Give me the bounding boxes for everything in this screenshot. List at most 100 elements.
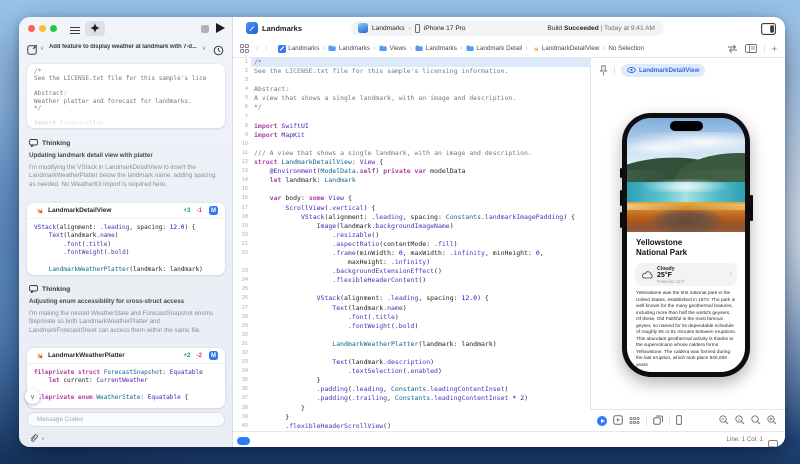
editor-line[interactable]: 37 .padding(.trailing, Constants.leading… [233, 394, 590, 403]
change-card-landmarkweatherplatter[interactable]: LandmarkWeatherPlatter +2 -2 M filepriva… [27, 348, 225, 408]
breadcrumb-item[interactable]: Landmarks [277, 44, 319, 53]
editor-line[interactable]: 23 .backgroundExtensionEffect() [233, 267, 590, 276]
zoom-100-icon[interactable] [751, 412, 761, 430]
editor-line[interactable]: 30 [233, 331, 590, 340]
forward-icon[interactable]: › [265, 45, 267, 52]
editor-line[interactable]: 13 @Environment(ModelData.self) private … [233, 167, 590, 176]
editor-line[interactable]: 40 .flexibleHeaderScrollView() [233, 422, 590, 431]
editor-line[interactable]: 4 Abstract: [233, 85, 590, 94]
suggestion-indicator[interactable] [237, 437, 250, 445]
chevron-down-icon[interactable]: ∨ [40, 45, 44, 52]
assistant-toggle-button[interactable] [85, 20, 105, 36]
code-editor[interactable]: 1/* 2 See the LICENSE.txt file for this sa… [233, 58, 590, 431]
run-button[interactable] [216, 23, 225, 33]
breadcrumb-item[interactable]: Landmarks [328, 45, 370, 52]
editor-line[interactable]: 25 [233, 285, 590, 294]
editor-line[interactable]: 10 [233, 140, 590, 149]
history-icon[interactable] [213, 43, 224, 61]
grid-mode-icon[interactable] [629, 412, 640, 430]
swap-editor-icon[interactable] [727, 40, 738, 58]
editor-line[interactable]: 28 .font(.title) [233, 313, 590, 322]
device-settings-icon[interactable] [676, 412, 682, 430]
navigator-toggle-icon[interactable] [69, 23, 81, 41]
collapse-button[interactable]: ∨ [25, 389, 40, 404]
editor-line[interactable]: 21 .aspectRatio(contentMode: .fill) [233, 240, 590, 249]
context-code-card[interactable]: /* See the LICENSE.txt file for this samp… [27, 64, 225, 128]
destination-name[interactable]: iPhone 17 Pro [424, 25, 466, 32]
editor-line[interactable]: 33 Text(landmark.description) [233, 358, 590, 367]
editor-line[interactable]: 31 LandmarkWeatherPlatter(landmark: land… [233, 340, 590, 349]
chevron-down-icon[interactable]: ∨ [202, 45, 206, 52]
minimize-window-button[interactable] [39, 24, 46, 32]
back-icon[interactable]: ‹ [256, 45, 258, 52]
editor-line[interactable]: 24 .flexibleHeaderContent() [233, 276, 590, 285]
editor-line[interactable]: 18 VStack(alignment: .leading, spacing: … [233, 213, 590, 222]
zoom-fit-icon[interactable]: 1 [735, 412, 745, 430]
editor-line[interactable]: 29 .fontWeight(.bold) [233, 322, 590, 331]
editor-line[interactable]: 20 .resizable() [233, 231, 590, 240]
weather-platter: Cloudy 25°F Feels like 12°F › [635, 263, 737, 286]
new-chat-icon[interactable] [27, 42, 38, 60]
attachment-icon[interactable] [29, 430, 38, 447]
chevron-down-icon[interactable]: ∨ [41, 436, 45, 442]
editor-line[interactable]: 17 ScrollView(.vertical) { [233, 204, 590, 213]
breadcrumb-item[interactable]: LandmarkDetailView [531, 45, 599, 53]
editor-line[interactable]: 26 VStack(alignment: .leading, spacing: … [233, 294, 590, 303]
zoom-window-button[interactable] [50, 24, 57, 32]
editor-line[interactable]: 38 } [233, 404, 590, 413]
scheme-name[interactable]: Landmarks [372, 25, 405, 32]
volume-up-button [619, 190, 622, 206]
editor-line[interactable]: 1/* [233, 58, 590, 67]
editor-line[interactable]: 3 [233, 76, 590, 85]
editor-line[interactable]: 22 .frame(minWidth: 0, maxWidth: .infini… [233, 249, 590, 258]
inspector-toggle-icon[interactable] [761, 22, 776, 40]
live-preview-button[interactable] [597, 415, 607, 426]
side-button [750, 195, 753, 221]
editor-line[interactable]: 39 } [233, 413, 590, 422]
editor-line[interactable]: 32 [233, 349, 590, 358]
breadcrumb-item[interactable]: No Selection [608, 45, 644, 52]
editor-line[interactable]: 15 [233, 185, 590, 194]
add-editor-icon[interactable]: + [772, 44, 777, 54]
iphone-preview-frame: Yellowstone National Park Cloudy 25°F Fee… [619, 113, 753, 377]
editor-display-icon[interactable] [768, 436, 778, 447]
preview-target-pill[interactable]: LandmarkDetailView [621, 63, 706, 77]
code-line: Weather platter and forecast for landmar… [34, 97, 192, 105]
breadcrumb-item[interactable]: Landmarks [415, 45, 457, 52]
zoom-in-icon[interactable] [767, 412, 777, 430]
zoom-out-icon[interactable] [719, 412, 729, 430]
sparkle-icon [90, 23, 100, 33]
editor-line[interactable]: 34 .textSelection(.enabled) [233, 367, 590, 376]
editor-line[interactable]: 14 let landmark: Landmark [233, 176, 590, 185]
related-items-icon[interactable] [240, 44, 249, 53]
editor-line[interactable]: 16 var body: some View { [233, 194, 590, 203]
editor-line[interactable]: 7 [233, 113, 590, 122]
selectable-mode-icon[interactable] [613, 412, 623, 430]
stop-button[interactable] [201, 24, 209, 33]
editor-line[interactable]: 35 } [233, 376, 590, 385]
editor-status-bar: Line: 1 Col: 1 [233, 431, 785, 447]
editor-line[interactable]: 19 Image(landmark.backgroundImageName) [233, 222, 590, 231]
editor-line[interactable]: 11/// A view that shows a single landmar… [233, 149, 590, 158]
editor-line[interactable]: 8 import SwiftUI [233, 122, 590, 131]
message-input[interactable]: Message Codex [27, 412, 225, 427]
scheme-capsule[interactable]: Landmarks › iPhone 17 Pro Build Succeede… [351, 20, 664, 36]
close-window-button[interactable] [28, 24, 35, 32]
pin-icon[interactable] [599, 65, 608, 76]
editor-line[interactable]: 36 .padding(.leading, Constants.leadingC… [233, 385, 590, 394]
editor-options-icon[interactable] [744, 40, 757, 58]
editor-line[interactable]: maxHeight: .infinity) [233, 258, 590, 267]
variants-icon[interactable] [653, 412, 663, 430]
chat-title[interactable]: Add feature to display weather at landma… [49, 44, 201, 50]
breadcrumb-item[interactable]: Landmark Detail [466, 45, 522, 52]
breadcrumb-item[interactable]: Views [379, 45, 406, 52]
editor-line[interactable]: 6 */ [233, 103, 590, 112]
editor-line[interactable]: 2 See the LICENSE.txt file for this sampl… [233, 67, 590, 76]
editor-line[interactable]: 5A view that shows a single landmark, wi… [233, 94, 590, 103]
editor-line[interactable]: 12 struct LandmarkDetailView: View { [233, 158, 590, 167]
editor-line[interactable]: 27 Text(landmark.name) [233, 304, 590, 313]
change-card-landmarkdetailview[interactable]: LandmarkDetailView +3 -1 M VStack(alignm… [27, 203, 225, 275]
editor-line[interactable]: 9 import MapKit [233, 131, 590, 140]
